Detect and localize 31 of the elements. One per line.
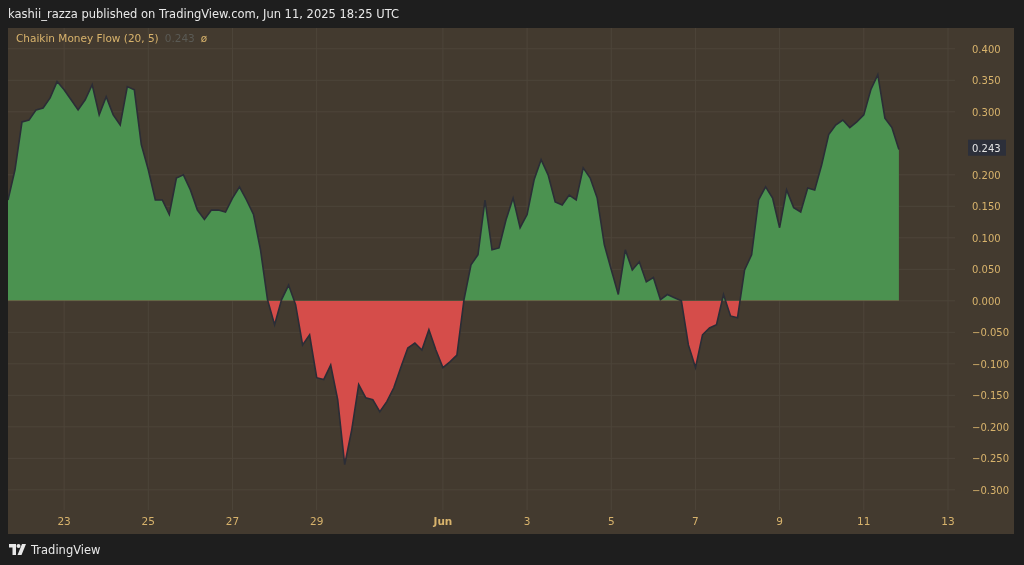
axis-label: 23 xyxy=(57,515,71,527)
axis-label: 0.200 xyxy=(972,169,1001,181)
axis-label: −0.150 xyxy=(972,390,1009,402)
axis-label: −0.100 xyxy=(972,358,1009,370)
axis-label: 0.300 xyxy=(972,106,1001,118)
axis-label: 29 xyxy=(309,515,324,527)
publish-info: kashii_razza published on TradingView.com, Jun 11, 2025 18:25 UTC xyxy=(8,7,400,21)
brand-name: TradingView xyxy=(31,542,101,557)
indicator-symbol: ø xyxy=(200,32,208,44)
indicator-title: Chaikin Money Flow (20, 5) xyxy=(16,32,159,44)
axis-label: 0.050 xyxy=(972,264,1001,276)
axis-label: 11 xyxy=(857,515,871,527)
axis-label: 7 xyxy=(692,515,699,527)
axis-label: 0.350 xyxy=(972,75,1001,87)
axis-label: −0.250 xyxy=(972,453,1009,465)
axis-label: 27 xyxy=(225,515,240,527)
axis-label: −0.300 xyxy=(972,484,1009,496)
axis-label: 0.150 xyxy=(972,201,1001,213)
logo-icon xyxy=(9,544,26,555)
axis-label: −0.200 xyxy=(972,421,1009,433)
axis-label: 13 xyxy=(941,515,955,527)
axis-label: −0.050 xyxy=(972,327,1009,339)
axis-label: Jun xyxy=(433,515,453,527)
axis-label: 0.400 xyxy=(972,43,1001,55)
axis-label: 0.000 xyxy=(972,295,1001,307)
axis-label: 3 xyxy=(523,515,531,527)
axis-label: 5 xyxy=(607,515,615,527)
price-tag: 0.243 xyxy=(968,139,1006,156)
axis-label: 25 xyxy=(141,515,155,527)
axis-label: 0.100 xyxy=(972,232,1001,244)
axis-label: 9 xyxy=(776,515,783,527)
